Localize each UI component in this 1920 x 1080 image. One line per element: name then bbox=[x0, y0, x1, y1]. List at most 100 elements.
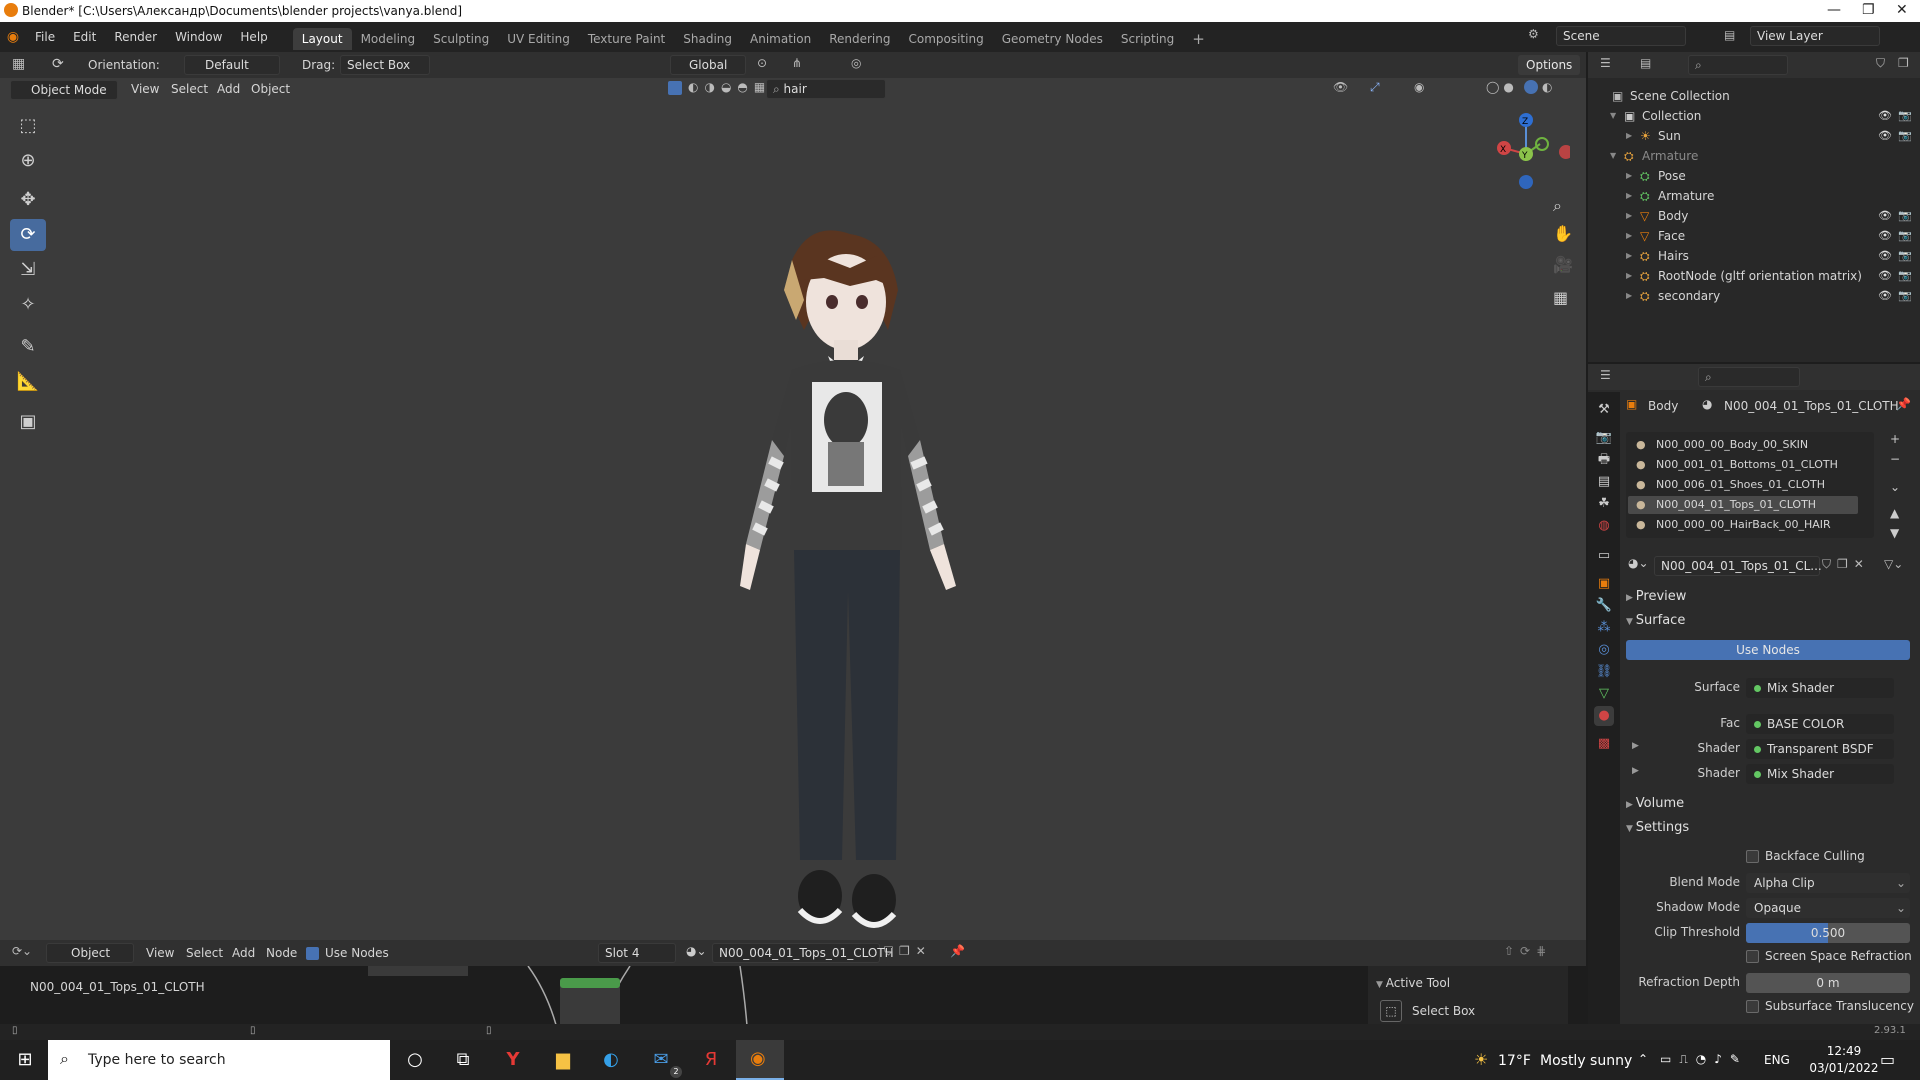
visibility-eye-icon[interactable]: 👁 bbox=[1878, 286, 1892, 306]
orientation-dropdown[interactable]: Default bbox=[184, 55, 280, 75]
weather-text[interactable]: Mostly sunny bbox=[1540, 1053, 1632, 1069]
physics-tab-icon[interactable]: ◎ bbox=[1594, 640, 1614, 660]
workspace-tab-compositing[interactable]: Compositing bbox=[899, 28, 992, 50]
material-fake-user-duplicate-unlink-icons[interactable]: ⛉❐✕ bbox=[1822, 557, 1870, 572]
outliner-row-hairs[interactable]: ▶ ⛭ Hairs 👁 📷 bbox=[1588, 246, 1920, 266]
node-menu-view[interactable]: View bbox=[146, 946, 174, 960]
material-slot-item[interactable]: ● N00_006_01_Shoes_01_CLOTH bbox=[1628, 476, 1858, 494]
workspace-tab-modeling[interactable]: Modeling bbox=[352, 28, 425, 50]
workspace-tab-animation[interactable]: Animation bbox=[741, 28, 820, 50]
grid-view-icon[interactable]: ▦ bbox=[1553, 288, 1568, 307]
measure-tool-icon[interactable]: 📐 bbox=[10, 366, 46, 398]
collection-tab-icon[interactable]: ▭ bbox=[1594, 546, 1614, 566]
pivot-point-icon[interactable]: ⊙ bbox=[757, 56, 767, 70]
outliner-row-secondary[interactable]: ▶ ⛭ secondary 👁 📷 bbox=[1588, 286, 1920, 306]
world-tab-icon[interactable]: ◍ bbox=[1594, 516, 1614, 536]
workspace-tab-shading[interactable]: Shading bbox=[674, 28, 741, 50]
cursor-tool-icon[interactable]: ⊕ bbox=[10, 145, 46, 177]
outliner-editor-icon[interactable]: ☰ bbox=[1600, 56, 1611, 70]
outliner-row-rootnode-gltf-orientation-matrix[interactable]: ▶ ⛭ RootNode (gltf orientation matrix) 👁 📷 bbox=[1588, 266, 1920, 286]
zoom-icon[interactable]: ⌕ bbox=[1553, 196, 1562, 216]
material-preview-icon[interactable] bbox=[1524, 80, 1538, 94]
expand-arrow-icon[interactable]: ▼ bbox=[1610, 146, 1616, 166]
workspace-tab-texture-paint[interactable]: Texture Paint bbox=[579, 28, 674, 50]
move-tool-icon[interactable]: ✥ bbox=[10, 184, 46, 216]
slot-specials-icon[interactable]: ⌄ bbox=[1890, 480, 1900, 494]
blend-mode-dropdown[interactable]: Alpha Clip ⌄ bbox=[1746, 873, 1910, 893]
render-camera-icon[interactable]: 📷 bbox=[1898, 126, 1912, 146]
task-view-icon[interactable]: ⧉ bbox=[450, 1048, 476, 1072]
filter-icon[interactable]: ⛉ bbox=[1876, 56, 1885, 71]
notifications-icon[interactable]: ▭ bbox=[1880, 1050, 1895, 1069]
collapse-arrow-icon[interactable]: ▶ bbox=[1626, 286, 1632, 306]
taskbar-search-box[interactable]: ⌕ Type here to search bbox=[48, 1040, 390, 1080]
render-camera-icon[interactable]: 📷 bbox=[1898, 246, 1912, 266]
particles-tab-icon[interactable]: ⁂ bbox=[1594, 618, 1614, 638]
yandex-icon[interactable]: Я bbox=[698, 1048, 724, 1072]
maximize-button[interactable]: ❐ bbox=[1862, 2, 1875, 18]
viewport-menu-view[interactable]: View bbox=[131, 82, 159, 96]
shader1-value[interactable]: Transparent BSDF bbox=[1746, 739, 1894, 759]
node-snap-icons[interactable]: ⇧⟳⋕ bbox=[1504, 944, 1552, 958]
refraction-depth-field[interactable]: 0 m bbox=[1746, 973, 1910, 993]
material-tab-icon[interactable]: ● bbox=[1594, 706, 1614, 726]
view-layer-tab-icon[interactable]: ▤ bbox=[1594, 472, 1614, 492]
texture-tab-icon[interactable]: ▩ bbox=[1594, 734, 1614, 754]
render-camera-icon[interactable]: 📷 bbox=[1898, 206, 1912, 226]
node-editor-type-icon[interactable]: ⟳⌄ bbox=[12, 944, 32, 958]
edge-browser-icon[interactable]: ◐ bbox=[598, 1048, 624, 1072]
outliner-row-collection[interactable]: ▼ ▣ Collection 👁 📷 bbox=[1588, 106, 1920, 126]
visibility-eye-icon[interactable]: 👁 bbox=[1878, 126, 1892, 146]
surface-value[interactable]: Mix Shader bbox=[1746, 678, 1894, 698]
view-layer-selector[interactable]: View Layer bbox=[1750, 26, 1880, 46]
minimize-button[interactable]: — bbox=[1827, 2, 1841, 18]
close-button[interactable]: ✕ bbox=[1896, 2, 1908, 18]
options-button[interactable]: Options bbox=[1518, 55, 1581, 75]
node-material-icons[interactable]: ⛉❐✕ bbox=[884, 944, 932, 959]
display-mode-icon[interactable]: ▤ bbox=[1640, 56, 1651, 70]
outliner-search-input[interactable]: ⌕ bbox=[1688, 55, 1788, 75]
menu-edit[interactable]: Edit bbox=[64, 22, 105, 52]
workspace-tab-layout[interactable]: Layout bbox=[292, 28, 352, 50]
material-name-field[interactable]: N00_004_01_Tops_01_CL... bbox=[1654, 556, 1822, 576]
editor-type-icon[interactable]: ▦ bbox=[12, 56, 25, 72]
visibility-icon[interactable]: 👁 bbox=[1333, 80, 1348, 94]
visibility-eye-icon[interactable]: 👁 bbox=[1878, 246, 1892, 266]
material-slot-item[interactable]: ● N00_000_00_Body_00_SKIN bbox=[1628, 436, 1858, 454]
clip-threshold-slider[interactable]: 0.500 bbox=[1746, 923, 1910, 943]
new-collection-icon[interactable]: ❐ bbox=[1898, 56, 1909, 70]
outliner-row-sun[interactable]: ▶ ☀ Sun 👁 📷 bbox=[1588, 126, 1920, 146]
node-menu-add[interactable]: Add bbox=[232, 946, 255, 960]
collapse-arrow-icon[interactable]: ▶ bbox=[1626, 266, 1632, 286]
annotate-tool-icon[interactable]: ✎ bbox=[10, 331, 46, 363]
remove-slot-icon[interactable]: − bbox=[1890, 452, 1900, 466]
clock-time[interactable]: 12:49 bbox=[1814, 1044, 1874, 1058]
outliner-row-pose[interactable]: ▶ ⛭ Pose bbox=[1588, 166, 1920, 186]
use-nodes-button[interactable]: Use Nodes bbox=[1626, 640, 1910, 660]
move-slot-down-icon[interactable]: ▼ bbox=[1890, 526, 1899, 540]
menu-file[interactable]: File bbox=[26, 22, 64, 52]
overlay-icon[interactable]: ◉ bbox=[1414, 80, 1424, 94]
transform-tool-icon[interactable]: ✧ bbox=[10, 289, 46, 321]
workspace-tab-uv-editing[interactable]: UV Editing bbox=[498, 28, 579, 50]
select-mode-icon[interactable] bbox=[668, 81, 682, 95]
pin-icon[interactable]: 📌 bbox=[1896, 397, 1911, 411]
add-slot-icon[interactable]: + bbox=[1890, 432, 1900, 446]
clock-date[interactable]: 03/01/2022 bbox=[1802, 1061, 1886, 1075]
rotate-tool-icon[interactable]: ⟳ bbox=[10, 219, 46, 251]
navigation-gizmo[interactable]: Z X Y bbox=[1490, 106, 1570, 192]
menu-window[interactable]: Window bbox=[166, 22, 231, 52]
collapse-arrow-icon[interactable]: ▶ bbox=[1626, 126, 1632, 146]
viewport-menu-select[interactable]: Select bbox=[171, 82, 208, 96]
add-workspace-button[interactable]: + bbox=[1183, 28, 1214, 50]
outliner-row-armature[interactable]: ▶ ⛭ Armature bbox=[1588, 186, 1920, 206]
render-camera-icon[interactable]: 📷 bbox=[1898, 286, 1912, 306]
blender-taskbar-button[interactable]: ◉ bbox=[736, 1040, 784, 1080]
volume-section[interactable]: ▶ Volume bbox=[1626, 796, 1684, 811]
data-tab-icon[interactable]: ▽ bbox=[1594, 684, 1614, 704]
preview-section[interactable]: ▶ Preview bbox=[1626, 589, 1686, 604]
workspace-tab-scripting[interactable]: Scripting bbox=[1112, 28, 1183, 50]
settings-section[interactable]: ▼ Settings bbox=[1626, 820, 1689, 835]
expand-arrow-icon[interactable]: ▼ bbox=[1610, 106, 1616, 126]
windows-start-icon[interactable]: ⊞ bbox=[12, 1048, 38, 1072]
